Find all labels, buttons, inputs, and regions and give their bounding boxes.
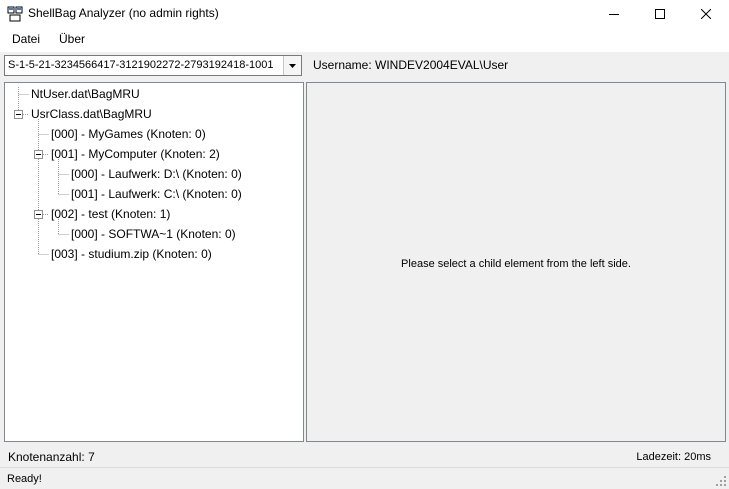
close-button[interactable]	[683, 0, 729, 28]
tree-node-drive-c[interactable]: [001] - Laufwerk: C:\ (Knoten: 0)	[71, 186, 242, 202]
load-time-label: Ladezeit: 20ms	[636, 451, 711, 463]
tree-node-drive-d[interactable]: [000] - Laufwerk: D:\ (Knoten: 0)	[71, 166, 242, 182]
window-title: ShellBag Analyzer (no admin rights)	[28, 6, 219, 20]
maximize-button[interactable]	[637, 0, 683, 28]
maximize-icon	[655, 9, 665, 19]
username-label: Username: WINDEV2004EVAL\User	[313, 58, 509, 72]
sid-dropdown-button[interactable]	[283, 56, 301, 75]
title-bar: ShellBag Analyzer (no admin rights)	[0, 0, 729, 28]
chevron-down-icon	[289, 63, 296, 68]
menu-datei[interactable]: Datei	[12, 32, 40, 46]
menu-bar: Datei Über	[0, 28, 729, 52]
minimize-button[interactable]	[591, 0, 637, 28]
tree-node-ntuser[interactable]: NtUser.dat\BagMRU	[31, 86, 140, 102]
tree-node-mygames[interactable]: [000] - MyGames (Knoten: 0)	[51, 126, 206, 142]
sid-select-value: S-1-5-21-3234566417-3121902272-279319241…	[8, 59, 274, 71]
resize-grip-icon[interactable]	[715, 475, 727, 487]
tree-node-mycomputer[interactable]: [001] - MyComputer (Knoten: 2)	[51, 146, 220, 162]
node-count-label: Knotenanzahl: 7	[8, 450, 95, 464]
collapse-icon[interactable]	[34, 210, 43, 219]
status-bar: Ready!	[0, 467, 729, 489]
detail-placeholder-message: Please select a child element from the l…	[401, 258, 631, 270]
detail-panel: Please select a child element from the l…	[306, 82, 726, 442]
app-icon	[7, 6, 23, 22]
minimize-icon	[609, 14, 619, 15]
close-icon	[701, 9, 711, 19]
tree-node-studium[interactable]: [003] - studium.zip (Knoten: 0)	[51, 246, 212, 262]
tree-node-usrclass[interactable]: UsrClass.dat\BagMRU	[31, 106, 152, 122]
tree-node-softwa[interactable]: [000] - SOFTWA~1 (Knoten: 0)	[71, 226, 236, 242]
tree-node-test[interactable]: [002] - test (Knoten: 1)	[51, 206, 170, 222]
collapse-icon[interactable]	[34, 150, 43, 159]
sid-select[interactable]: S-1-5-21-3234566417-3121902272-279319241…	[4, 55, 302, 76]
shellbag-tree[interactable]: NtUser.dat\BagMRU UsrClass.dat\BagMRU [0…	[4, 82, 304, 442]
menu-ueber[interactable]: Über	[59, 32, 85, 46]
collapse-icon[interactable]	[14, 110, 23, 119]
status-text: Ready!	[7, 473, 42, 485]
